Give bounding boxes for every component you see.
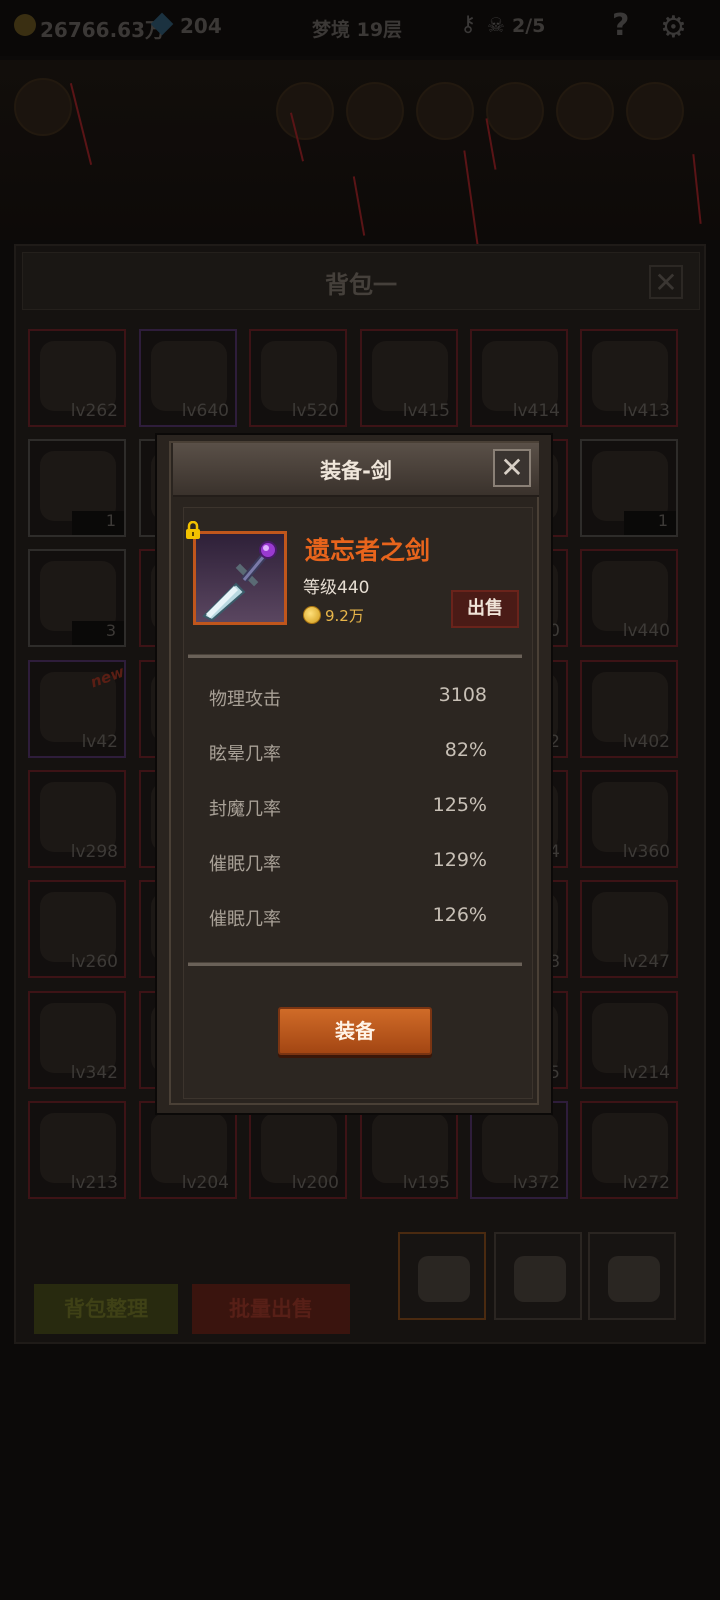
backpack-slot[interactable]: 1 bbox=[580, 439, 678, 537]
kill-counter: 2/5 bbox=[512, 15, 546, 37]
item-level-label: lv42 bbox=[81, 732, 118, 752]
backpack-slot[interactable]: 1 bbox=[28, 439, 126, 537]
backpack-slot[interactable]: 3 bbox=[28, 549, 126, 647]
help-icon[interactable]: ? bbox=[612, 8, 629, 43]
backpack-icon bbox=[608, 1256, 660, 1302]
backpack-header: 背包一 ✕ bbox=[22, 252, 700, 310]
backpack-slot[interactable]: lv360 bbox=[580, 770, 678, 868]
item-level: 等级440 bbox=[303, 578, 370, 598]
item-level-label: lv272 bbox=[622, 1173, 670, 1193]
stat-name: 眩晕几率 bbox=[209, 744, 281, 765]
stat-name: 封魔几率 bbox=[209, 799, 281, 820]
divider bbox=[188, 962, 522, 966]
item-level-label: lv214 bbox=[622, 1063, 670, 1083]
backpack-slot[interactable]: lv214 bbox=[580, 991, 678, 1089]
skill-icon bbox=[346, 82, 404, 140]
item-level-label: lv298 bbox=[70, 842, 118, 862]
dialog-header: 装备-剑 ✕ bbox=[173, 443, 539, 497]
item-count: 3 bbox=[72, 621, 124, 645]
divider bbox=[188, 654, 522, 658]
settings-icon[interactable]: ⚙ bbox=[660, 10, 687, 45]
item-level-label: lv640 bbox=[181, 401, 229, 421]
item-level-label: lv414 bbox=[512, 401, 560, 421]
item-name: 遗忘者之剑 bbox=[305, 536, 431, 565]
lock-icon[interactable] bbox=[184, 521, 202, 539]
gold-amount: 26766.63万 bbox=[40, 18, 166, 42]
item-level-label: lv204 bbox=[181, 1173, 229, 1193]
backpack-tab-2[interactable] bbox=[494, 1232, 582, 1320]
stat-name: 催眠几率 bbox=[209, 909, 281, 930]
top-status-bar: 26766.63万 204 梦境 19层 ⚷ ☠ 2/5 ? ⚙ bbox=[0, 0, 720, 56]
item-level-label: lv262 bbox=[70, 401, 118, 421]
stat-name: 物理攻击 bbox=[209, 689, 281, 710]
dialog-close-button[interactable]: ✕ bbox=[493, 449, 531, 487]
backpack-slot[interactable]: lv342 bbox=[28, 991, 126, 1089]
backpack-slot[interactable]: lv213 bbox=[28, 1101, 126, 1199]
backpack-slot[interactable]: lv413 bbox=[580, 329, 678, 427]
backpack-title: 背包一 bbox=[325, 271, 397, 299]
item-sell-price: 9.2万 bbox=[325, 607, 364, 625]
gem-amount: 204 bbox=[180, 14, 222, 38]
bulk-sell-button[interactable]: 批量出售 bbox=[192, 1284, 350, 1334]
sort-backpack-button[interactable]: 背包整理 bbox=[34, 1284, 178, 1334]
skill-icon bbox=[416, 82, 474, 140]
item-level-label: lv200 bbox=[291, 1173, 339, 1193]
item-level-label: lv372 bbox=[512, 1173, 560, 1193]
equip-button[interactable]: 装备 bbox=[278, 1007, 432, 1055]
sell-button[interactable]: 出售 bbox=[451, 590, 519, 628]
backpack-slot[interactable]: lv414 bbox=[470, 329, 568, 427]
item-level-label: lv413 bbox=[622, 401, 670, 421]
backpack-slot[interactable]: lv372 bbox=[470, 1101, 568, 1199]
item-level-label: lv342 bbox=[70, 1063, 118, 1083]
backpack-icon bbox=[418, 1256, 470, 1302]
item-level-label: lv247 bbox=[622, 952, 670, 972]
backpack-slot[interactable]: lv204 bbox=[139, 1101, 237, 1199]
skill-icon bbox=[626, 82, 684, 140]
backpack-slot[interactable]: lv200 bbox=[249, 1101, 347, 1199]
key-icon: ⚷ bbox=[460, 12, 477, 37]
item-level-label: lv520 bbox=[291, 401, 339, 421]
backpack-slot[interactable]: lv415 bbox=[360, 329, 458, 427]
backpack-slot[interactable]: lv195 bbox=[360, 1101, 458, 1199]
stat-value: 125% bbox=[432, 794, 487, 816]
backpack-tab-1[interactable] bbox=[398, 1232, 486, 1320]
item-level-label: lv415 bbox=[402, 401, 450, 421]
stat-name: 催眠几率 bbox=[209, 854, 281, 875]
backpack-tab-3[interactable] bbox=[588, 1232, 676, 1320]
stat-value: 129% bbox=[432, 849, 487, 871]
item-level-label: lv195 bbox=[402, 1173, 450, 1193]
dream-floor-label: 梦境 19层 bbox=[312, 19, 403, 41]
stat-value: 3108 bbox=[438, 684, 487, 706]
item-level-label: lv402 bbox=[622, 732, 670, 752]
gold-coin-icon bbox=[303, 606, 321, 624]
gold-coin-icon bbox=[14, 14, 36, 36]
item-level-label: lv360 bbox=[622, 842, 670, 862]
stat-value: 126% bbox=[432, 904, 487, 926]
backpack-slot[interactable]: lv298 bbox=[28, 770, 126, 868]
skill-icon bbox=[276, 82, 334, 140]
backpack-slot[interactable]: lv640 bbox=[139, 329, 237, 427]
item-count: 1 bbox=[624, 511, 676, 535]
item-level-label: lv260 bbox=[70, 952, 118, 972]
backpack-slot[interactable]: lv260 bbox=[28, 880, 126, 978]
item-count: 1 bbox=[72, 511, 124, 535]
item-level-label: lv440 bbox=[622, 621, 670, 641]
stat-value: 82% bbox=[444, 739, 487, 761]
backpack-slot[interactable]: lv520 bbox=[249, 329, 347, 427]
equipment-detail-dialog: 装备-剑 ✕ 遗忘者之剑 等级440 9.2万 出售 物理攻击 3108 眩晕几… bbox=[155, 433, 553, 1115]
skill-icon bbox=[556, 82, 614, 140]
skull-icon: ☠ bbox=[487, 13, 505, 37]
backpack-slot[interactable]: lv402 bbox=[580, 660, 678, 758]
sword-item-icon bbox=[193, 531, 287, 625]
backpack-icon bbox=[514, 1256, 566, 1302]
backpack-slot[interactable]: lv247 bbox=[580, 880, 678, 978]
hero-portrait-icon bbox=[14, 78, 72, 136]
backpack-slot[interactable]: lv272 bbox=[580, 1101, 678, 1199]
dialog-title: 装备-剑 bbox=[320, 459, 392, 483]
item-level-label: lv213 bbox=[70, 1173, 118, 1193]
backpack-slot[interactable]: lv262 bbox=[28, 329, 126, 427]
backpack-close-button[interactable]: ✕ bbox=[649, 265, 683, 299]
skill-icon bbox=[486, 82, 544, 140]
backpack-slot[interactable]: lv440 bbox=[580, 549, 678, 647]
